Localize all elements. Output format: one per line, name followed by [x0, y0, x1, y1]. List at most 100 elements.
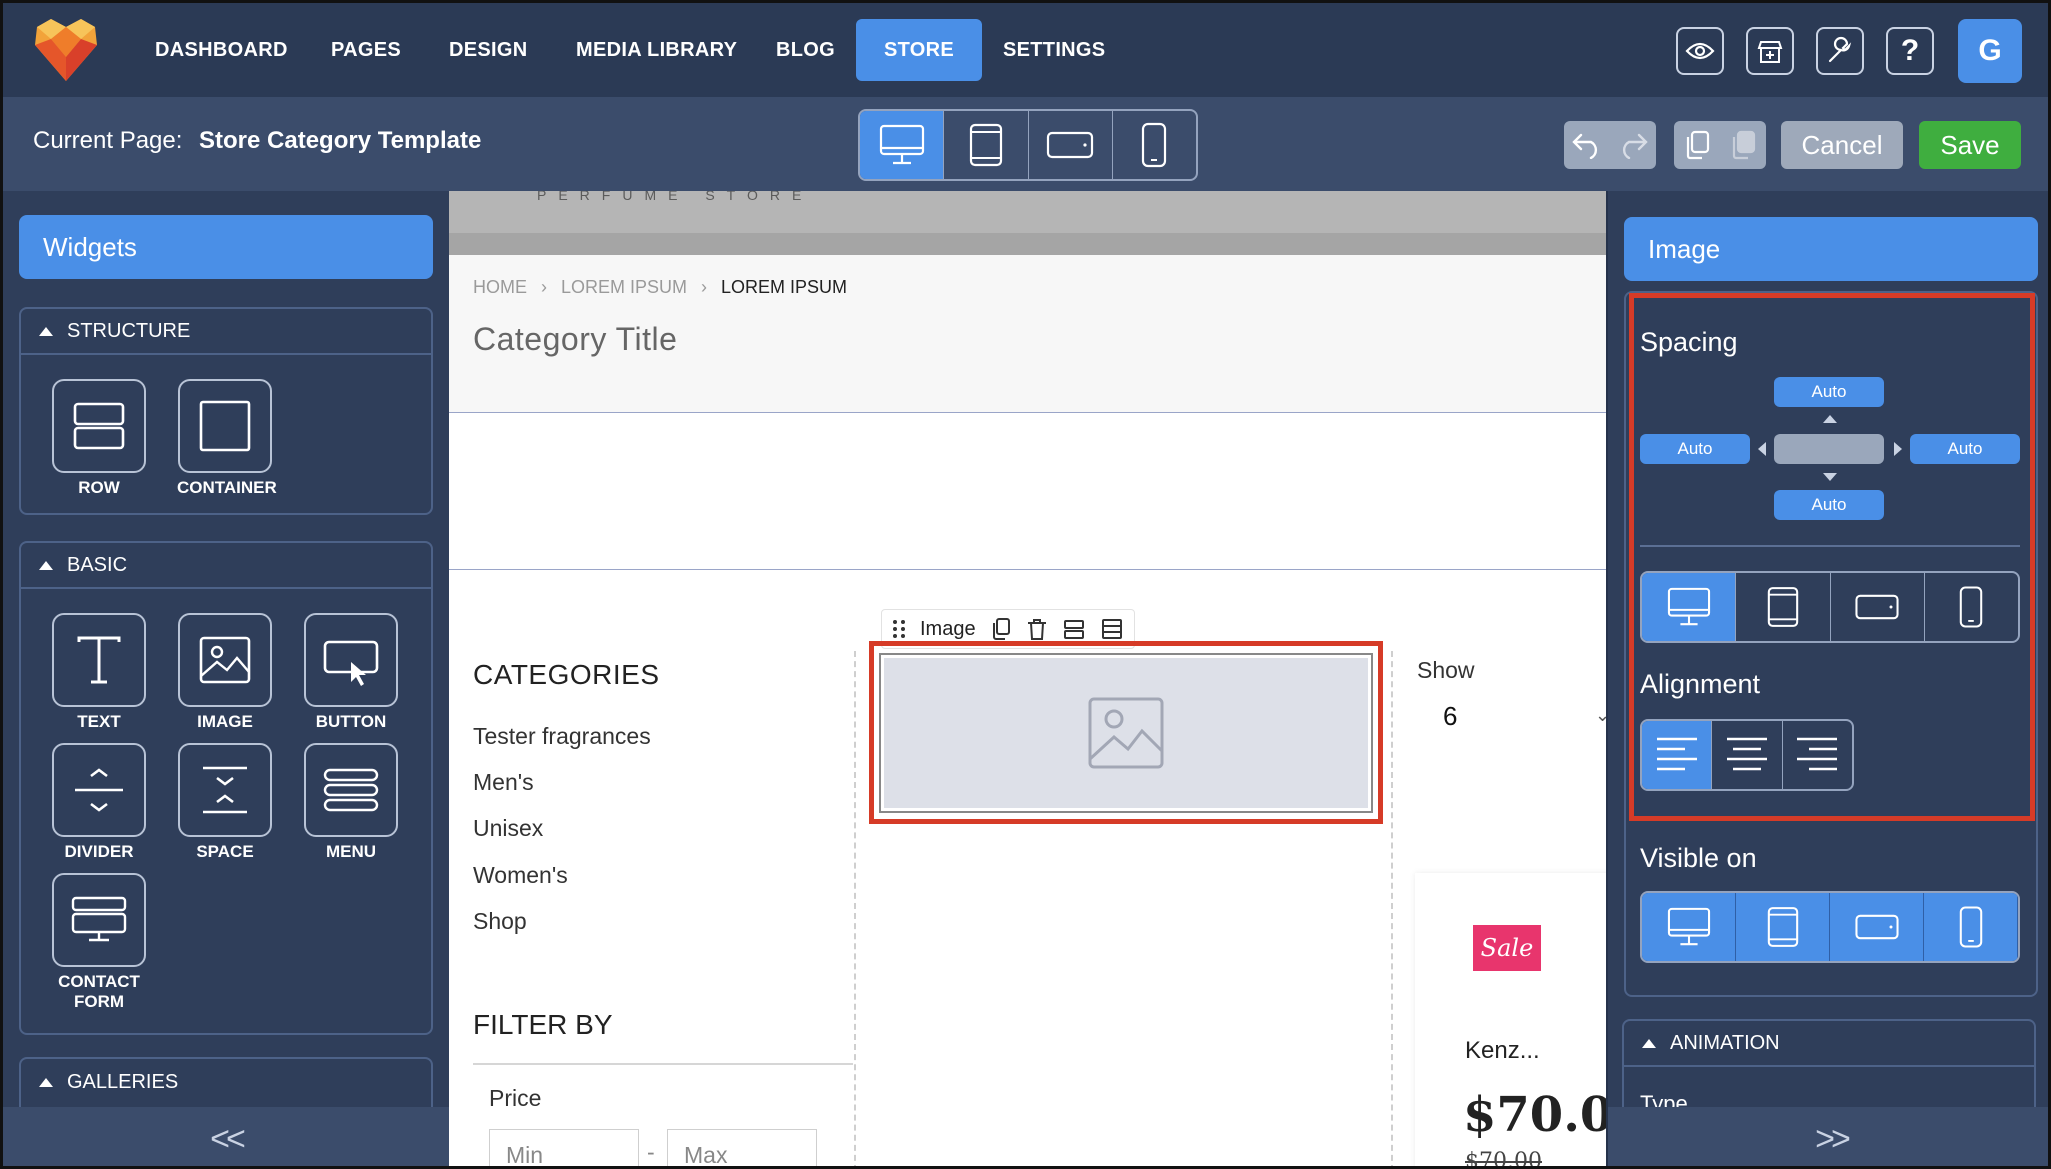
widget-row[interactable]: ROW: [51, 379, 147, 498]
top-navigation: DASHBOARD PAGES DESIGN MEDIA LIBRARY BLO…: [3, 3, 2048, 97]
widget-divider[interactable]: DIVIDER: [51, 743, 147, 862]
basic-section-title: BASIC: [67, 553, 128, 576]
product-price: $70.00: [1463, 1087, 1606, 1143]
text-icon: [77, 636, 121, 684]
widget-menu[interactable]: MENU: [303, 743, 399, 862]
store-add-icon: [1757, 41, 1783, 63]
container-icon: [199, 400, 251, 452]
copy-buttons: [1674, 121, 1766, 169]
help-button[interactable]: ?: [1886, 27, 1934, 75]
properties-panel-title: Image: [1624, 217, 2038, 281]
basic-section-header[interactable]: BASIC: [21, 543, 431, 589]
nav-design[interactable]: DESIGN: [421, 19, 555, 81]
image-toolbar-label: Image: [920, 617, 976, 640]
category-link[interactable]: Unisex: [473, 815, 543, 842]
preview-button[interactable]: [1676, 27, 1724, 75]
double-chevron-left-icon: <<: [210, 1120, 246, 1158]
eye-icon: [1685, 42, 1715, 60]
widget-container[interactable]: CONTAINER: [177, 379, 277, 498]
menu-icon: [323, 768, 379, 812]
divider-tile: [52, 743, 146, 837]
trash-icon[interactable]: [1026, 617, 1048, 641]
undo-icon[interactable]: [1571, 131, 1603, 159]
button-tile: [304, 613, 398, 707]
collapse-triangle-icon: [39, 1077, 53, 1087]
widget-text[interactable]: TEXT: [51, 613, 147, 732]
price-min-input[interactable]: Min: [489, 1129, 639, 1166]
tablet-icon: [1767, 907, 1798, 947]
nav-dashboard[interactable]: DASHBOARD: [127, 19, 316, 81]
wrench-icon: [1828, 36, 1852, 63]
price-max-input[interactable]: Max: [667, 1129, 817, 1166]
widget-button[interactable]: BUTTON: [303, 613, 399, 732]
paste-icon[interactable]: [1728, 129, 1758, 161]
visible-desktop-toggle[interactable]: [1642, 893, 1736, 961]
tools-button[interactable]: [1816, 27, 1864, 75]
duplicate-icon[interactable]: [990, 617, 1012, 641]
sale-badge: Sale: [1473, 925, 1541, 971]
product-name[interactable]: Kenz...: [1465, 1037, 1540, 1065]
desktop-icon: [879, 124, 924, 165]
breadcrumb-item[interactable]: LOREM IPSUM: [561, 277, 687, 298]
show-count-select[interactable]: 6: [1443, 701, 1457, 732]
desktop-icon: [1667, 907, 1710, 946]
cancel-button[interactable]: Cancel: [1781, 121, 1903, 169]
category-link[interactable]: Men's: [473, 769, 534, 796]
nav-pages[interactable]: PAGES: [303, 19, 429, 81]
category-link[interactable]: Shop: [473, 908, 527, 935]
breadcrumb-current: LOREM IPSUM: [721, 277, 848, 297]
widget-text-label: TEXT: [77, 712, 121, 731]
row-layout-icon[interactable]: [1062, 617, 1086, 641]
visible-tablet-toggle[interactable]: [1736, 893, 1830, 961]
nav-media-library[interactable]: MEDIA LIBRARY: [548, 19, 765, 81]
logo-icon[interactable]: [31, 17, 101, 83]
breadcrumb-area: HOME › LOREM IPSUM › LOREM IPSUM Categor…: [449, 255, 1606, 413]
device-tablet-landscape-button[interactable]: [1029, 111, 1113, 179]
filter-heading: FILTER BY: [473, 1009, 613, 1040]
user-avatar[interactable]: G: [1958, 19, 2022, 83]
visible-mobile-toggle[interactable]: [1924, 893, 2018, 961]
container-tile: [178, 379, 272, 473]
mobile-icon: [1959, 906, 1982, 948]
collapse-left-panel-button[interactable]: <<: [3, 1107, 449, 1166]
editor-window: DASHBOARD PAGES DESIGN MEDIA LIBRARY BLO…: [0, 0, 2051, 1169]
selected-properties-highlight: [1629, 293, 2035, 821]
collapse-right-panel-button[interactable]: >>: [1608, 1107, 2048, 1166]
save-button[interactable]: Save: [1919, 121, 2021, 169]
copy-icon[interactable]: [1682, 129, 1712, 161]
store-add-button[interactable]: [1746, 27, 1794, 75]
categories-heading: CATEGORIES: [473, 659, 660, 690]
device-desktop-button[interactable]: [860, 111, 945, 179]
chevron-down-icon[interactable]: ⌄: [1595, 705, 1606, 726]
basic-section: BASIC TEXT IMAGE BUTTON DIVIDER SPACE ME…: [19, 541, 433, 1035]
category-title[interactable]: Category Title: [473, 321, 677, 358]
device-mobile-button[interactable]: [1113, 111, 1196, 179]
container-layout-icon[interactable]: [1100, 617, 1124, 641]
contact-form-icon: [71, 896, 127, 942]
divider-icon: [75, 768, 123, 812]
tablet-landscape-icon: [1047, 131, 1094, 159]
category-link[interactable]: Women's: [473, 862, 568, 889]
structure-section-header[interactable]: STRUCTURE: [21, 309, 431, 355]
animation-section-header[interactable]: ANIMATION: [1624, 1021, 2034, 1067]
current-page-label: Current Page:: [33, 127, 183, 154]
breadcrumb-home[interactable]: HOME: [473, 277, 527, 298]
widget-image[interactable]: IMAGE: [177, 613, 273, 732]
nav-blog[interactable]: BLOG: [748, 19, 863, 81]
widget-contact-form-label: CONTACT FORM: [58, 972, 140, 1011]
widget-menu-label: MENU: [325, 842, 377, 861]
category-link[interactable]: Tester fragrances: [473, 723, 651, 750]
double-chevron-right-icon: >>: [1815, 1120, 1851, 1158]
drag-handle-icon[interactable]: [892, 618, 906, 640]
product-old-price: $70.00: [1465, 1149, 1542, 1169]
device-tablet-button[interactable]: [944, 111, 1029, 179]
animation-section-title: ANIMATION: [1670, 1031, 1780, 1054]
widget-image-label: IMAGE: [197, 712, 253, 731]
widget-contact-form[interactable]: CONTACT FORM: [51, 873, 147, 1012]
visible-tablet-landscape-toggle[interactable]: [1830, 893, 1924, 961]
redo-icon[interactable]: [1617, 131, 1649, 159]
nav-store[interactable]: STORE: [856, 19, 983, 81]
widget-space[interactable]: SPACE: [177, 743, 273, 862]
nav-settings[interactable]: SETTINGS: [975, 19, 1133, 81]
galleries-section-header[interactable]: GALLERIES: [21, 1059, 431, 1105]
